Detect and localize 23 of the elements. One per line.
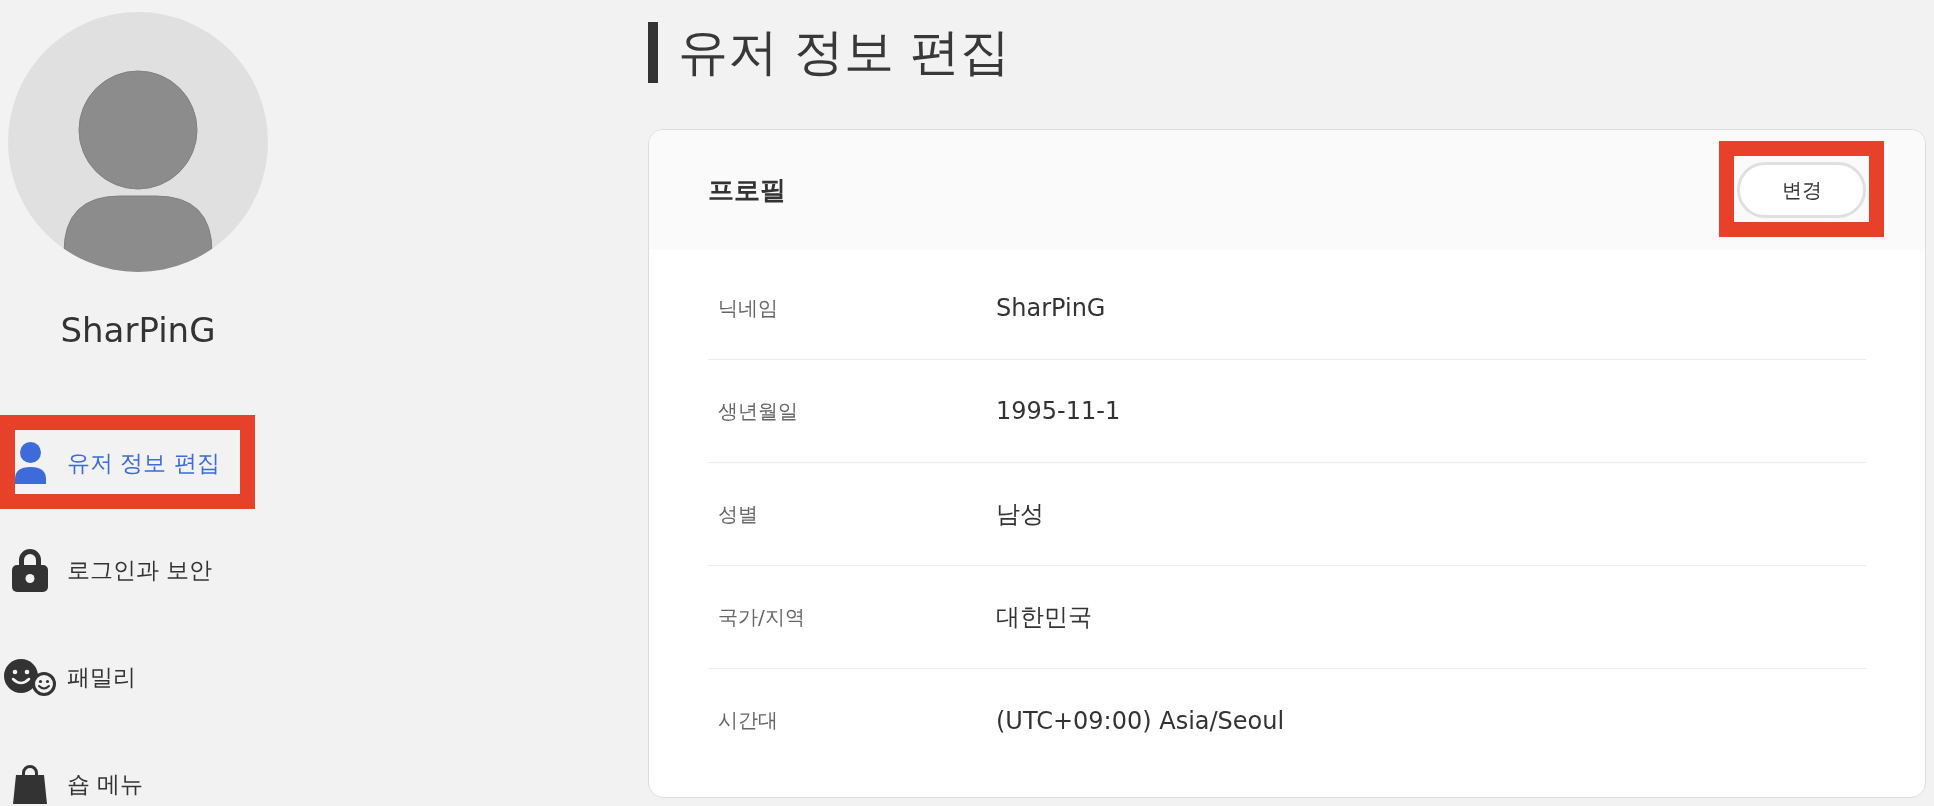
field-label: 성별 — [718, 500, 758, 528]
field-value: 대한민국 — [996, 602, 1092, 633]
sidebar-item[interactable]: 패밀리 — [4, 655, 240, 699]
field-label: 닉네임 — [718, 294, 778, 322]
card-title: 프로필 — [708, 173, 786, 207]
field-value: 1995-11-1 — [996, 397, 1121, 425]
sidebar-item[interactable]: 로그인과 보안 — [4, 548, 240, 592]
field-label: 생년월일 — [718, 397, 798, 425]
field-value: 남성 — [996, 499, 1044, 530]
shopping-bag-icon — [13, 764, 47, 804]
field-value: SharPinG — [996, 294, 1106, 322]
field-label: 시간대 — [718, 707, 778, 734]
change-button[interactable]: 변경 — [1737, 162, 1866, 218]
lock-icon — [12, 548, 48, 592]
person-icon — [14, 442, 46, 484]
sidebar-item[interactable]: 숍 메뉴 — [4, 762, 240, 806]
page-title: 유저 정보 편집 — [678, 22, 1010, 83]
sidebar-item[interactable]: 유저 정보 편집 — [4, 441, 240, 485]
field-label: 국가/지역 — [718, 603, 805, 631]
field-value: (UTC+09:00) Asia/Seoul — [996, 706, 1285, 735]
username: SharPinG — [60, 310, 216, 350]
title-accent-bar — [648, 22, 658, 83]
smiley-faces-icon — [4, 657, 56, 697]
